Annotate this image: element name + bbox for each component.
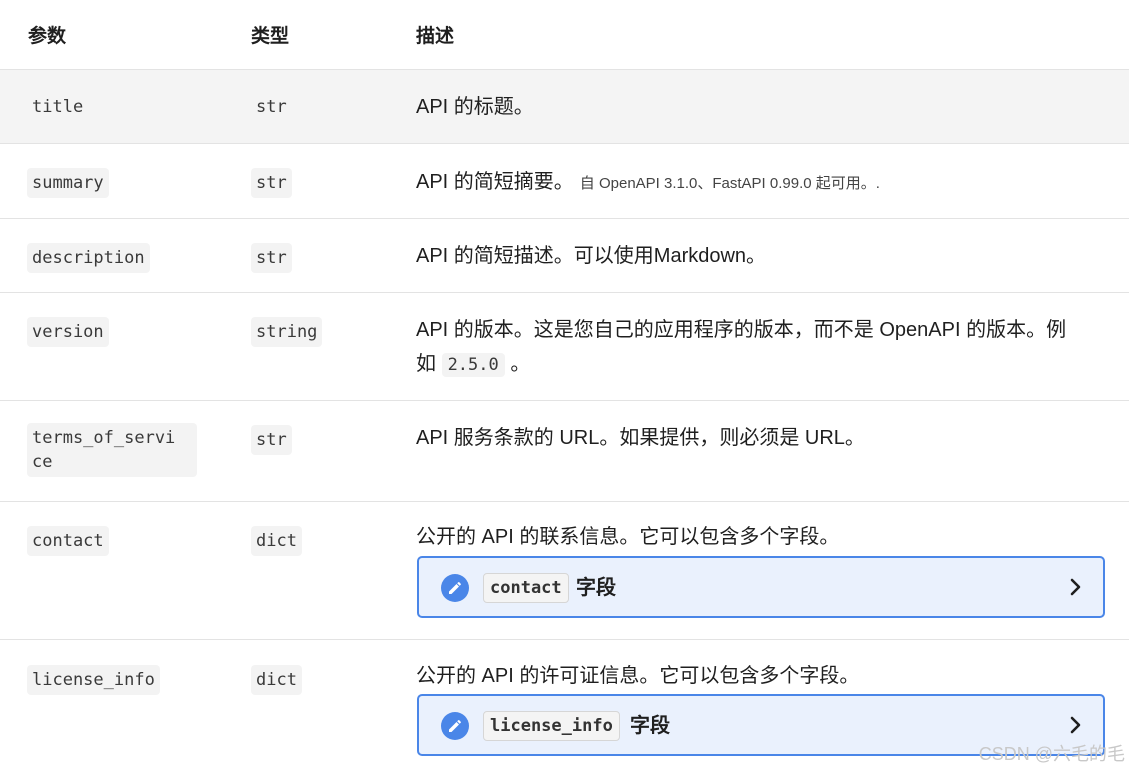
- param-type: str: [256, 97, 287, 117]
- callout-label: 字段: [630, 715, 670, 737]
- table-row: license_info dict 公开的 API 的许可证信息。它可以包含多个…: [0, 640, 1129, 772]
- callout-code: contact: [483, 573, 569, 603]
- watermark: CSDN @六毛的毛: [978, 744, 1125, 764]
- version-note: 自 OpenAPI 3.1.0、FastAPI 0.99.0 起可用。.: [579, 175, 880, 192]
- callout-label: 字段: [576, 577, 616, 599]
- param-type: str: [251, 425, 292, 455]
- param-type: str: [251, 243, 292, 273]
- param-description: API 的简短描述。可以使用Markdown。: [416, 245, 767, 267]
- chevron-right-icon: [1069, 577, 1083, 602]
- param-name: title: [32, 97, 84, 117]
- param-description: API 的版本。这是您自己的应用程序的版本，而不是 OpenAPI 的版本。例 …: [416, 313, 1106, 382]
- param-name: terms_of_servi ce: [27, 423, 197, 477]
- param-name-line: terms_of_servi: [32, 428, 176, 448]
- header-param: 参数: [28, 26, 67, 47]
- table-header: 参数 类型 描述: [0, 0, 1129, 70]
- param-name: license_info: [27, 665, 160, 695]
- description-text: 。: [510, 353, 531, 375]
- table-row: title str API 的标题。: [0, 70, 1129, 144]
- param-type: dict: [251, 526, 302, 556]
- description-line: 如 2.5.0 。: [416, 347, 1106, 382]
- version-example-code: 2.5.0: [441, 353, 505, 377]
- param-description: 公开的 API 的许可证信息。它可以包含多个字段。: [416, 665, 860, 687]
- pencil-icon: [441, 712, 469, 740]
- description-text: API 的简短摘要。: [416, 171, 574, 193]
- param-type: string: [251, 317, 323, 347]
- table-row: summary str API 的简短摘要。自 OpenAPI 3.1.0、Fa…: [0, 144, 1129, 219]
- param-description: API 服务条款的 URL。如果提供，则必须是 URL。: [416, 427, 865, 449]
- param-type: str: [251, 168, 292, 198]
- param-type: dict: [251, 665, 302, 695]
- table-row: terms_of_servi ce str API 服务条款的 URL。如果提供…: [0, 401, 1129, 502]
- chevron-right-icon: [1069, 715, 1083, 740]
- param-name: summary: [27, 168, 109, 198]
- param-name: description: [27, 243, 150, 273]
- description-line: API 的版本。这是您自己的应用程序的版本，而不是 OpenAPI 的版本。例: [416, 319, 1067, 341]
- param-name: contact: [27, 526, 109, 556]
- header-description: 描述: [416, 26, 455, 47]
- header-type: 类型: [251, 26, 290, 47]
- description-text: 如: [416, 353, 436, 375]
- param-description: API 的标题。: [416, 96, 534, 118]
- contact-fields-callout[interactable]: contact 字段: [417, 556, 1105, 618]
- param-name-line: ce: [32, 452, 53, 472]
- pencil-icon: [441, 574, 469, 602]
- callout-code: license_info: [483, 711, 620, 741]
- param-name: version: [27, 317, 109, 347]
- param-description: 公开的 API 的联系信息。它可以包含多个字段。: [416, 526, 840, 548]
- table-row: description str API 的简短描述。可以使用Markdown。: [0, 219, 1129, 293]
- param-description: API 的简短摘要。自 OpenAPI 3.1.0、FastAPI 0.99.0…: [416, 165, 880, 201]
- table-row: contact dict 公开的 API 的联系信息。它可以包含多个字段。 co…: [0, 502, 1129, 640]
- table-row: version string API 的版本。这是您自己的应用程序的版本，而不是…: [0, 293, 1129, 401]
